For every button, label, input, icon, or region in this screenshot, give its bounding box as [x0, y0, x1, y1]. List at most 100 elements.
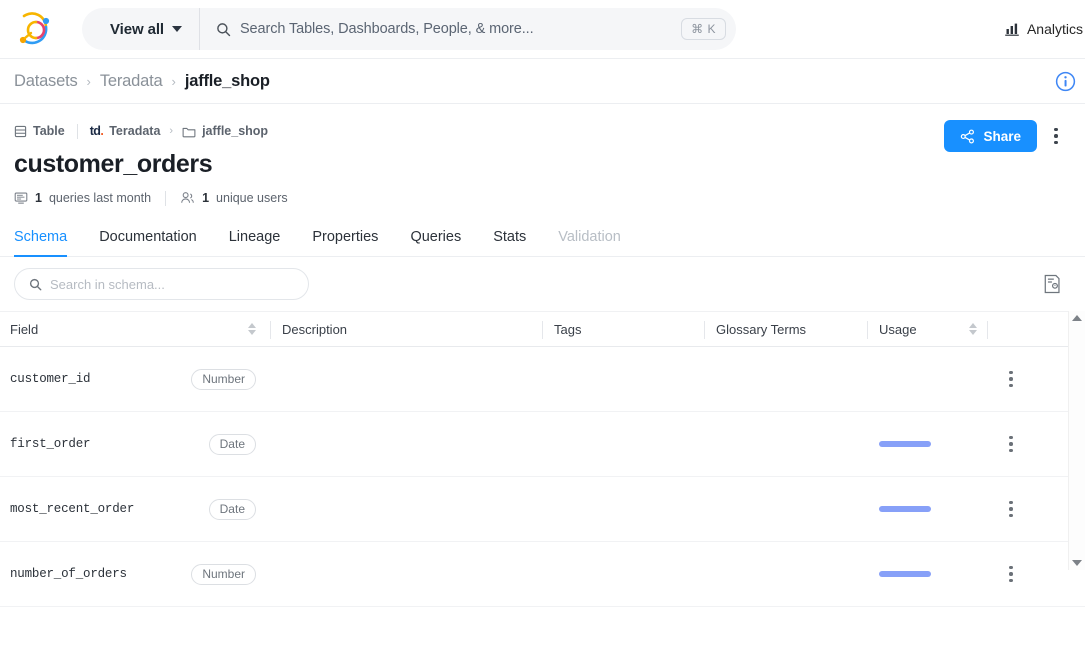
- field-name: number_of_orders: [10, 567, 127, 581]
- table-row[interactable]: most_recent_order Date: [0, 477, 1085, 542]
- platform-link-teradata[interactable]: td. Teradata: [90, 124, 161, 138]
- top-nav-right-links: Analytics: [1004, 0, 1085, 58]
- search-input[interactable]: Search Tables, Dashboards, People, & mor…: [200, 8, 681, 50]
- stats-divider: [165, 190, 167, 206]
- kebab-dot: [1009, 578, 1013, 583]
- folder-icon: [182, 125, 196, 138]
- kebab-dot: [1009, 507, 1013, 511]
- sort-toggle-field[interactable]: [248, 323, 256, 335]
- nav-link-analytics[interactable]: Analytics: [1004, 21, 1085, 37]
- breadcrumb-item-jaffle-shop[interactable]: jaffle_shop: [185, 72, 270, 91]
- entity-tabs: Schema Documentation Lineage Properties …: [0, 223, 1085, 257]
- stat-users-text: unique users: [216, 191, 288, 205]
- info-circle-icon[interactable]: [1055, 71, 1076, 92]
- share-button[interactable]: Share: [944, 120, 1037, 152]
- entity-type-chip[interactable]: Table: [14, 124, 65, 138]
- schema-search-placeholder: Search in schema...: [50, 276, 165, 292]
- schema-table-scrollbar[interactable]: [1068, 311, 1085, 570]
- global-search-bar[interactable]: View all Search Tables, Dashboards, Peop…: [82, 8, 736, 50]
- row-more-menu-button[interactable]: [999, 496, 1023, 522]
- usage-bar: [879, 441, 931, 447]
- cell-glossary-terms[interactable]: [716, 412, 879, 476]
- stat-queries-value: 1: [35, 191, 42, 205]
- scrollbar-thumb[interactable]: [1069, 321, 1085, 560]
- row-more-menu-button[interactable]: [999, 561, 1023, 587]
- container-label: jaffle_shop: [202, 124, 269, 138]
- tab-properties[interactable]: Properties: [296, 223, 394, 256]
- column-header-description-label: Description: [282, 321, 348, 337]
- entity-more-menu-button[interactable]: [1043, 121, 1069, 151]
- schema-search-input[interactable]: Search in schema...: [14, 268, 309, 300]
- datahub-logo[interactable]: [10, 6, 56, 52]
- platform-label: Teradata: [109, 124, 161, 138]
- kebab-dot: [1009, 377, 1013, 381]
- cell-field: first_order Date: [10, 412, 282, 476]
- kebab-dot: [1054, 134, 1058, 138]
- cell-tags[interactable]: [554, 542, 716, 606]
- schema-table-body: customer_id Number first_order Date most…: [0, 347, 1085, 607]
- field-name: most_recent_order: [10, 502, 135, 516]
- column-header-usage[interactable]: Usage: [867, 312, 999, 346]
- scroll-down-arrow-icon[interactable]: [1072, 560, 1082, 566]
- schema-table: Field Description Tags Glossary Terms Us…: [0, 311, 1085, 607]
- users-icon: [180, 191, 195, 205]
- tab-lineage[interactable]: Lineage: [213, 223, 297, 256]
- field-type-badge: Number: [191, 368, 256, 390]
- column-header-field-label: Field: [10, 321, 39, 337]
- schema-blame-icon[interactable]: [1039, 271, 1065, 297]
- tab-stats[interactable]: Stats: [477, 223, 542, 256]
- usage-bar: [879, 571, 931, 577]
- column-header-field[interactable]: Field: [10, 312, 282, 346]
- stat-users[interactable]: 1 unique users: [180, 191, 288, 205]
- breadcrumb: Datasets › Teradata › jaffle_shop D: [0, 59, 1085, 104]
- tab-validation: Validation: [558, 229, 621, 245]
- tab-queries[interactable]: Queries: [394, 223, 477, 256]
- cell-tags[interactable]: [554, 347, 716, 411]
- table-icon: [14, 125, 27, 138]
- cell-tags[interactable]: [554, 412, 716, 476]
- kebab-dot: [1009, 442, 1013, 446]
- cell-tags[interactable]: [554, 477, 716, 541]
- kebab-dot: [1009, 500, 1013, 505]
- sort-asc-icon: [969, 323, 977, 328]
- entity-stats: 1 queries last month 1 unique users: [14, 189, 1069, 207]
- header-divider: [76, 123, 78, 139]
- stat-queries[interactable]: 1 queries last month: [14, 191, 151, 205]
- schema-toolbar: Search in schema...: [0, 257, 1085, 311]
- analytics-bar-chart-icon: [1004, 21, 1020, 37]
- usage-bar: [879, 506, 931, 512]
- top-navigation-bar: View all Search Tables, Dashboards, Peop…: [0, 0, 1085, 59]
- stat-users-value: 1: [202, 191, 210, 205]
- sort-toggle-usage[interactable]: [969, 323, 977, 335]
- container-link-jaffle-shop[interactable]: jaffle_shop: [182, 124, 268, 138]
- table-row[interactable]: number_of_orders Number: [0, 542, 1085, 607]
- breadcrumb-separator: ›: [86, 73, 91, 89]
- cell-field: most_recent_order Date: [10, 477, 282, 541]
- row-more-menu-button[interactable]: [999, 366, 1023, 392]
- kebab-dot: [1009, 383, 1013, 388]
- search-placeholder-text: Search Tables, Dashboards, People, & mor…: [239, 21, 534, 37]
- breadcrumb-item-datasets[interactable]: Datasets: [14, 72, 78, 91]
- cell-description[interactable]: [282, 477, 554, 541]
- cell-glossary-terms[interactable]: [716, 477, 879, 541]
- search-shortcut-badge: ⌘ K: [681, 18, 726, 40]
- view-all-dropdown[interactable]: View all: [82, 8, 200, 50]
- table-row[interactable]: first_order Date: [0, 412, 1085, 477]
- row-more-menu-button[interactable]: [999, 431, 1023, 457]
- field-name: first_order: [10, 437, 91, 451]
- tab-documentation[interactable]: Documentation: [83, 223, 213, 256]
- cell-description[interactable]: [282, 347, 554, 411]
- cell-description[interactable]: [282, 542, 554, 606]
- field-name: customer_id: [10, 372, 91, 386]
- column-header-glossary-label: Glossary Terms: [716, 321, 807, 337]
- cell-glossary-terms[interactable]: [716, 347, 879, 411]
- share-icon: [960, 129, 975, 144]
- column-header-usage-label: Usage: [879, 321, 917, 337]
- cell-glossary-terms[interactable]: [716, 542, 879, 606]
- cell-description[interactable]: [282, 412, 554, 476]
- sort-desc-icon: [969, 330, 977, 335]
- table-row[interactable]: customer_id Number: [0, 347, 1085, 412]
- breadcrumb-item-teradata[interactable]: Teradata: [100, 72, 163, 91]
- tab-schema[interactable]: Schema: [14, 223, 83, 257]
- teradata-logo-icon: td.: [89, 124, 104, 138]
